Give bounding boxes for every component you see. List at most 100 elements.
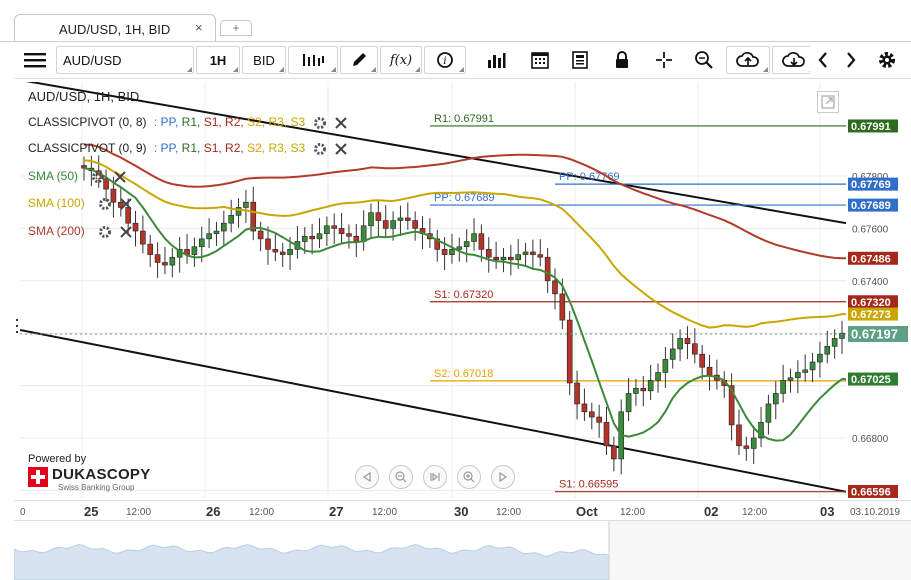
zoom-in-button[interactable] [457,465,481,489]
price-badge-label: 0.67025 [851,374,891,386]
time-label: Oct [576,504,598,519]
candle-body [346,234,351,237]
calendar-button[interactable] [522,46,558,74]
candle-body [265,239,270,249]
crosshair-icon [654,50,674,70]
navigator-window [609,521,911,580]
triangle-right-icon [498,472,508,482]
reset-zoom-button[interactable] [423,465,447,489]
gear-icon[interactable] [313,142,327,156]
gear-icon[interactable] [91,170,105,184]
navigator-overview[interactable] [14,520,911,580]
scroll-left-button[interactable] [810,46,836,74]
tab-title: AUD/USD, 1H, BID [59,22,170,37]
pivot-s1: S1, [204,115,222,129]
price-badge-label: 0.67273 [851,309,891,321]
price-axis[interactable]: 0.678000.676000.674000.668000.679910.677… [846,82,911,498]
pivot-separator: : [154,141,157,155]
candle-body [494,257,499,260]
candle-body [258,231,263,239]
pan-left-button[interactable] [355,465,379,489]
candle-body [302,236,307,241]
pivot-r1: R1, [182,115,201,129]
candle-body [405,218,410,221]
candle-body [457,247,462,250]
candle-body [626,393,631,411]
pivot-label: CLASSICPIVOT (0, 8) [28,115,146,129]
time-label: 12:00 [742,507,767,518]
candle-body [214,231,219,234]
pivot-r3: R3, [268,115,287,129]
gear-icon[interactable] [98,225,112,239]
zoom-out-icon [395,471,407,483]
panel-drag-handle[interactable] [15,318,19,334]
drawing-tools-button[interactable] [340,46,378,74]
candle-body [516,255,521,260]
candle-body [207,234,212,239]
symbol-selector[interactable]: AUD/USD [56,46,194,74]
candle-body [310,236,315,239]
time-label: 30 [454,504,468,519]
cloud-upload-icon [736,50,760,70]
add-tab-button[interactable]: + [220,20,252,36]
close-icon[interactable] [119,225,133,239]
candle-body [685,338,690,343]
menu-button[interactable] [16,46,54,74]
time-label: 02 [704,504,718,519]
close-icon[interactable] [334,142,348,156]
grip-icon [15,318,19,334]
chart-tab[interactable]: AUD/USD, 1H, BID × [14,14,216,42]
chart-type-button[interactable] [288,46,338,74]
zoom-out-button[interactable] [389,465,413,489]
candlestick-icon [300,52,326,68]
time-label: 12:00 [249,507,274,518]
candle-body [317,234,322,239]
candle-body [442,249,447,254]
candle-body [501,257,506,260]
gear-icon[interactable] [313,116,327,130]
pivot-legend-2: CLASSICPIVOT (0, 9) : PP, R1, S1, R2, S2… [28,141,348,156]
candle-body [391,221,396,229]
crosshair-button[interactable] [646,46,682,74]
candle-body [273,249,278,252]
close-icon[interactable] [334,116,348,130]
price-tick-label: 0.67600 [852,224,889,235]
upload-button[interactable] [726,46,770,74]
candle-body [678,338,683,348]
pan-right-button[interactable] [491,465,515,489]
candle-body [280,252,285,255]
candle-body [707,367,712,375]
time-label: 12:00 [496,507,521,518]
lock-button[interactable] [604,46,640,74]
candle-body [243,202,248,207]
time-label: 25 [84,504,98,519]
expand-button[interactable] [817,91,839,113]
info-button[interactable]: i [424,46,466,74]
gear-icon[interactable] [98,197,112,211]
news-button[interactable] [562,46,598,74]
settings-button[interactable] [872,46,902,74]
candle-body [744,446,749,449]
scroll-right-button[interactable] [838,46,864,74]
volume-button[interactable] [478,46,514,74]
indicators-button[interactable]: f(x) [380,46,422,74]
candle-body [508,257,513,260]
close-icon[interactable] [119,197,133,211]
side-selector[interactable]: BID [242,46,286,74]
pivot-label: CLASSICPIVOT (0, 9) [28,141,146,155]
candle-body [810,362,815,370]
close-icon[interactable] [113,170,127,184]
pivot-level-label: PP: 0.67769 [559,171,620,183]
close-tab-icon[interactable]: × [195,20,203,35]
time-label: 27 [329,504,343,519]
candle-body [832,338,837,346]
candle-body [692,344,697,354]
symbol-label: AUD/USD [63,53,122,68]
pivot-legend-1: CLASSICPIVOT (0, 8) : PP, R1, S1, R2, S2… [28,115,348,130]
pivot-level-label: S1: 0.66595 [559,479,618,491]
period-selector[interactable]: 1H [196,46,240,74]
candle-body [229,215,234,223]
calendar-icon [530,50,550,70]
zoom-button[interactable] [686,46,722,74]
candle-body [611,446,616,459]
